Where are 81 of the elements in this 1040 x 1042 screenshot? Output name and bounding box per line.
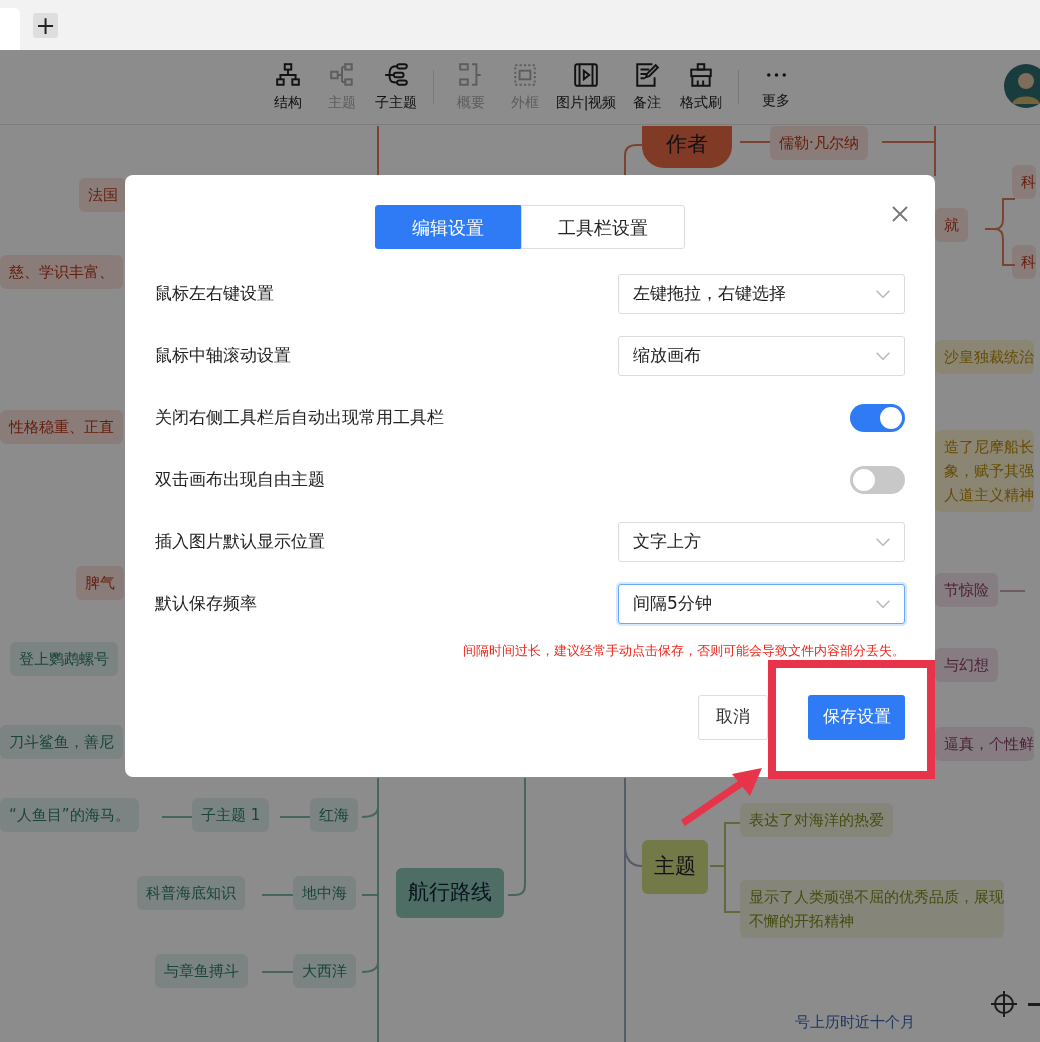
topic-node[interactable]: “人鱼目”的海马。 bbox=[0, 798, 139, 832]
toolbar-button[interactable]: 更多 bbox=[749, 63, 804, 111]
topic-node[interactable]: 与章鱼搏斗 bbox=[155, 954, 248, 988]
node-text-line: 象，赋予其强 bbox=[944, 461, 1034, 482]
node-text-line: 显示了人类顽强不屈的优秀品质，展现 bbox=[749, 887, 1004, 908]
topic-node[interactable]: 登上鹦鹉螺号 bbox=[10, 642, 118, 676]
setting-label: 默认保存频率 bbox=[155, 592, 257, 616]
topic-node[interactable]: 大西洋 bbox=[293, 954, 356, 988]
connector-line bbox=[739, 141, 771, 143]
crosshair-icon[interactable] bbox=[990, 990, 1018, 1018]
film-icon bbox=[573, 61, 599, 88]
note-edit-icon bbox=[634, 61, 661, 88]
chevron-down-icon bbox=[876, 352, 890, 360]
toolbar-button[interactable]: 子主题 bbox=[368, 61, 423, 113]
dropdown[interactable]: 文字上方 bbox=[618, 522, 905, 562]
cancel-button[interactable]: 取消 bbox=[698, 694, 768, 740]
chevron-down-icon bbox=[876, 290, 890, 298]
connector-line bbox=[261, 894, 294, 896]
topic-node[interactable]: 就 bbox=[935, 208, 968, 242]
node-text-line: 人道主义精神 bbox=[944, 485, 1034, 506]
chevron-down-icon bbox=[876, 600, 890, 608]
topic-node[interactable]: 逼真，个性鲜 bbox=[935, 727, 1034, 761]
topic-node[interactable]: 科普海底知识 bbox=[137, 876, 245, 910]
save-button[interactable]: 保存设置 bbox=[808, 694, 905, 740]
chevron-down-icon bbox=[876, 538, 890, 546]
topic-node[interactable]: 刀斗鲨鱼，善尼 bbox=[0, 725, 123, 759]
subtopic-icon bbox=[382, 61, 409, 88]
new-tab-button[interactable]: + bbox=[33, 13, 58, 38]
avatar[interactable] bbox=[1004, 64, 1040, 108]
toolbar-button[interactable]: 备注 bbox=[620, 61, 675, 113]
more-icon bbox=[766, 72, 786, 77]
topic-node[interactable]: 法国 bbox=[79, 178, 127, 212]
setting-label: 鼠标中轴滚动设置 bbox=[155, 344, 291, 368]
toolbar-button[interactable]: 格式刷 bbox=[674, 61, 729, 113]
bracket-icon bbox=[457, 61, 484, 88]
close-icon bbox=[891, 204, 909, 223]
topic-node[interactable]: 表达了对海洋的热爱 bbox=[740, 803, 893, 837]
setting-label: 双击画布出现自由主题 bbox=[155, 468, 325, 492]
brush-icon bbox=[688, 61, 715, 88]
topic-node[interactable]: 号上历时近十个月 bbox=[795, 1010, 915, 1034]
dropdown[interactable]: 间隔5分钟 bbox=[618, 584, 905, 624]
dropdown[interactable]: 缩放画布 bbox=[618, 336, 905, 376]
toolbar-button[interactable]: 图片|视频 bbox=[551, 61, 621, 113]
topic-node[interactable]: 显示了人类顽强不屈的优秀品质，展现 不懈的开拓精神 bbox=[740, 880, 1004, 938]
setting-label: 关闭右侧工具栏后自动出现常用工具栏 bbox=[155, 406, 444, 430]
toolbar-button[interactable]: 结构 bbox=[260, 61, 315, 113]
topic-node[interactable]: 沙皇独裁统治 bbox=[935, 340, 1034, 374]
topic-node[interactable]: 脾气 bbox=[76, 566, 124, 600]
topic-node[interactable]: 性格稳重、正直 bbox=[0, 410, 123, 444]
topic-node[interactable]: 节惊险 bbox=[935, 573, 998, 607]
central-topic[interactable]: 航行路线 bbox=[396, 868, 504, 918]
topic-node[interactable]: 与幻想 bbox=[935, 648, 998, 682]
branch-icon bbox=[328, 61, 355, 88]
connector-line bbox=[377, 125, 379, 177]
topic-node[interactable]: 子主题 1 bbox=[192, 798, 270, 832]
topic-node[interactable]: 科 bbox=[1012, 245, 1036, 279]
connector-line bbox=[161, 816, 193, 818]
topic-node[interactable]: 儒勒·凡尔纳 bbox=[770, 126, 868, 160]
topic-node[interactable]: 造了尼摩船长 象，赋予其强 人道主义精神 bbox=[935, 430, 1034, 512]
central-topic[interactable]: 主题 bbox=[642, 840, 708, 894]
settings-tab[interactable]: 编辑设置 bbox=[375, 205, 521, 249]
setting-label: 鼠标左右键设置 bbox=[155, 282, 274, 306]
node-text-line: 不懈的开拓精神 bbox=[749, 911, 855, 932]
warning-text: 间隔时间过长，建议经常手动点击保存，否则可能会导致文件内容部分丢失。 bbox=[462, 642, 905, 660]
toggle-switch[interactable] bbox=[850, 466, 905, 494]
toggle-switch[interactable] bbox=[850, 404, 905, 432]
settings-tab[interactable]: 工具栏设置 bbox=[521, 205, 685, 249]
topic-node[interactable]: 慈、学识丰富、 bbox=[0, 255, 123, 289]
node-text-line: 造了尼摩船长 bbox=[944, 437, 1034, 458]
connector-line bbox=[624, 144, 644, 177]
connector-line bbox=[999, 590, 1026, 592]
connector-line bbox=[279, 816, 311, 818]
topic-node[interactable]: 科 bbox=[1012, 165, 1036, 199]
hierarchy-icon bbox=[274, 61, 301, 88]
topic-node[interactable]: 红海 bbox=[310, 798, 358, 832]
central-topic[interactable]: 作者 bbox=[642, 126, 732, 168]
dashed-frame-icon bbox=[511, 61, 538, 88]
setting-label: 插入图片默认显示位置 bbox=[155, 530, 325, 554]
dropdown[interactable]: 左键拖拉，右键选择 bbox=[618, 274, 905, 314]
topic-node[interactable]: 地中海 bbox=[293, 876, 356, 910]
connector-line bbox=[261, 971, 294, 973]
